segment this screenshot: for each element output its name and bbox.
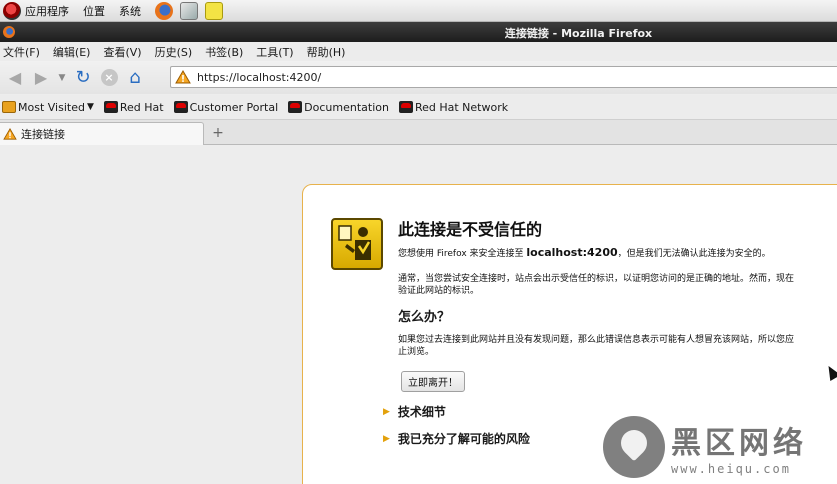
redhat-icon [173, 101, 188, 113]
stop-icon: × [100, 69, 118, 86]
menu-bookmarks[interactable]: 书签(B) [205, 44, 243, 60]
error-description-post: ，但是我们无法确认此连接为安全的。 [617, 249, 771, 259]
technical-details-expander[interactable]: ▶ 技术细节 [383, 403, 446, 420]
history-dropdown-button[interactable]: ▼ [56, 67, 68, 89]
bookmark-label: Red Hat Network [414, 100, 509, 114]
bookmark-label: Most Visited [18, 100, 85, 114]
menu-help[interactable]: 帮助(H) [307, 44, 346, 60]
notes-launcher-icon[interactable] [205, 1, 223, 20]
bookmark-customer-portal[interactable]: Customer Portal [173, 100, 279, 114]
error-title: 此连接是不受信任的 [398, 220, 543, 239]
what-to-do-line2: 止浏览。 [398, 347, 435, 357]
warning-triangle-icon[interactable] [175, 70, 191, 84]
certificate-officer-icon [331, 218, 383, 270]
bookmark-label: Red Hat [119, 100, 164, 114]
window-title: 连接链接 - Mozilla Firefox [504, 27, 653, 40]
menu-history[interactable]: 历史(S) [155, 44, 193, 60]
error-description-pre: 您想使用 Firefox 来安全连接至 [398, 249, 527, 259]
folder-icon [2, 101, 16, 113]
arrow-left-icon: ◀ [8, 68, 22, 87]
mail-launcher-icon[interactable] [180, 1, 198, 20]
stop-button[interactable]: × [98, 67, 120, 89]
bookmark-red-hat-network[interactable]: Red Hat Network [398, 100, 509, 114]
error-host: localhost:4200 [526, 246, 618, 259]
reload-icon: ↻ [75, 67, 91, 88]
menu-file[interactable]: 文件(F) [3, 44, 40, 60]
watermark-url: www.heiqu.com [671, 462, 791, 476]
plus-icon: + [212, 125, 224, 141]
redhat-icon [398, 101, 413, 113]
home-button[interactable]: ⌂ [124, 67, 146, 89]
page-content: 此连接是不受信任的 您想使用 Firefox 来安全连接至 localhost:… [0, 146, 837, 484]
panel-menu-applications[interactable]: 应用程序 [25, 3, 69, 19]
window-titlebar[interactable]: 连接链接 - Mozilla Firefox [0, 22, 837, 42]
redhat-icon [103, 101, 118, 113]
site-watermark: 黑区网络 www.heiqu.com [603, 416, 807, 478]
understand-risks-label: 我已充分了解可能的风险 [397, 432, 530, 446]
url-bar[interactable]: https://localhost:4200/ [170, 66, 837, 88]
forward-button[interactable]: ▶ [30, 67, 52, 89]
panel-menu-system[interactable]: 系统 [119, 3, 141, 19]
bookmark-red-hat[interactable]: Red Hat [103, 100, 164, 114]
menu-view[interactable]: 查看(V) [103, 44, 141, 60]
menu-edit[interactable]: 编辑(E) [53, 44, 91, 60]
bookmark-most-visited[interactable]: Most Visited ▼ [2, 101, 94, 114]
triangle-right-icon: ▶ [383, 433, 390, 444]
panel-menu-places[interactable]: 位置 [83, 3, 105, 19]
bookmark-label: Customer Portal [189, 100, 279, 114]
watermark-logo-icon [603, 416, 665, 478]
arrow-right-icon: ▶ [34, 68, 48, 87]
navigation-toolbar: ◀ ▶ ▼ ↻ × ⌂ https://localhost:4200/ [0, 61, 837, 94]
url-text[interactable]: https://localhost:4200/ [197, 71, 321, 84]
what-to-do-line1: 如果您过去连接到此网站并且没有发现问题，那么此错误信息表示可能有人想冒充该网站，… [398, 335, 795, 345]
redhat-logo-icon[interactable] [3, 1, 21, 20]
firefox-launcher-icon[interactable] [155, 1, 173, 20]
tab-bar: 连接链接 + [0, 120, 837, 145]
chevron-down-icon: ▼ [86, 102, 94, 112]
bookmark-documentation[interactable]: Documentation [288, 101, 389, 114]
warning-triangle-icon [3, 128, 17, 140]
bookmark-label: Documentation [304, 100, 389, 114]
new-tab-button[interactable]: + [210, 124, 226, 142]
watermark-text: 黑区网络 [671, 426, 807, 461]
menu-tools[interactable]: 工具(T) [256, 44, 293, 60]
chevron-down-icon: ▼ [58, 72, 66, 83]
tab-active[interactable]: 连接链接 [0, 122, 204, 145]
home-icon: ⌂ [129, 67, 141, 88]
redhat-icon [288, 101, 303, 113]
reload-button[interactable]: ↻ [72, 67, 94, 89]
back-button[interactable]: ◀ [4, 67, 26, 89]
get-me-out-button[interactable]: 立即离开！ [401, 371, 465, 392]
bookmarks-toolbar: Most Visited ▼ Red Hat Customer Portal D… [0, 95, 837, 120]
error-description: 您想使用 Firefox 来安全连接至 localhost:4200，但是我们无… [398, 247, 771, 260]
what-to-do-heading: 怎么办？ [398, 310, 451, 325]
tab-label: 连接链接 [21, 128, 65, 141]
menubar: 文件(F) 编辑(E) 查看(V) 历史(S) 书签(B) 工具(T) 帮助(H… [0, 42, 837, 61]
technical-details-label: 技术细节 [397, 405, 446, 419]
error-explanation-line1: 通常，当您尝试安全连接时，站点会出示受信任的标识，以证明您访问的是正确的地址。然… [398, 274, 795, 284]
gnome-top-panel: 应用程序 位置 系统 [0, 0, 837, 22]
understand-risks-expander[interactable]: ▶ 我已充分了解可能的风险 [383, 430, 530, 447]
error-explanation-line2: 验证此网站的标识。 [398, 286, 480, 296]
triangle-right-icon: ▶ [383, 406, 390, 417]
